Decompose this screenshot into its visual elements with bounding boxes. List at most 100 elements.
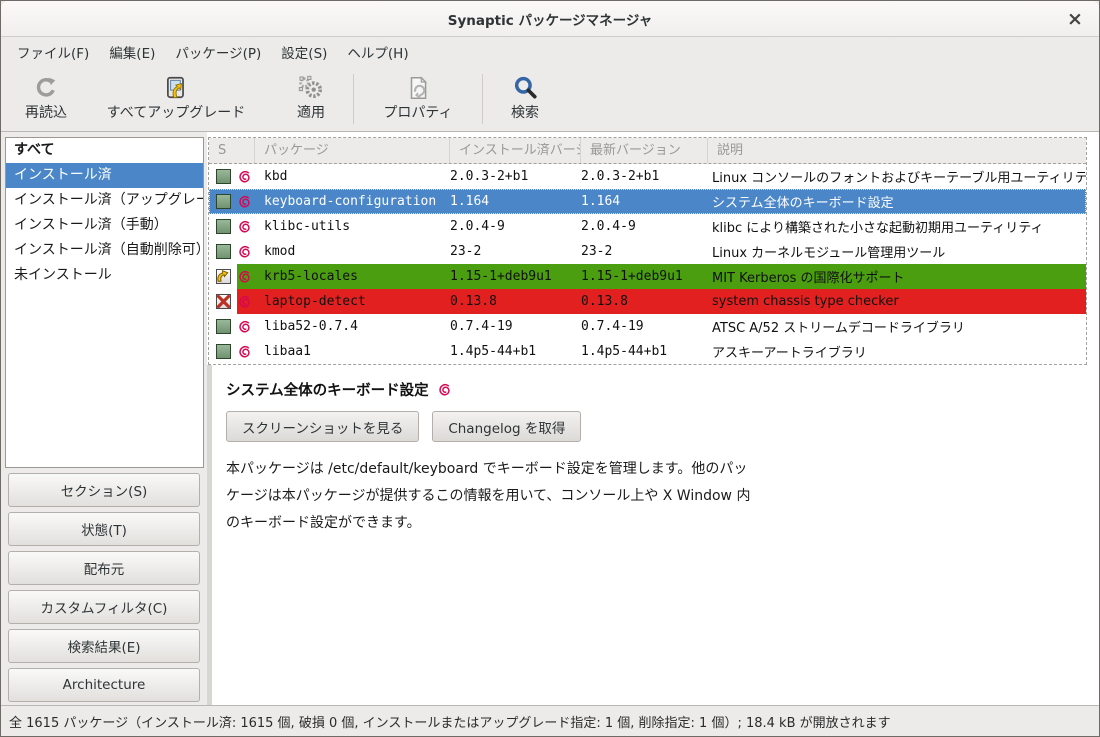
reload-button[interactable]: 再読込 [13,69,79,129]
package-name: laptop-detect [255,289,450,314]
package-name: krb5-locales [255,264,450,289]
table-row[interactable]: klibc-utils 2.0.4-9 2.0.4-9 klibc により構築さ… [209,214,1086,239]
package-description: ATSC A/52 ストリームデコードライブラリ [708,314,1086,339]
search-icon [512,75,538,101]
sidebar-buttons: セクション(S) 状態(T) 配布元 カスタムフィルタ(C) 検索結果(E) A… [1,473,207,702]
debian-swirl-icon [237,314,255,339]
table-row-selected[interactable]: keyboard-configuration 1.164 1.164 システム全… [209,189,1086,214]
upgrade-all-icon [163,75,189,101]
installed-version: 0.13.8 [450,289,581,314]
package-description: MIT Kerberos の国際化サポート [708,264,1086,289]
header-description[interactable]: 説明 [708,138,1086,163]
installed-version: 1.4p5-44+b1 [450,339,581,364]
sidebar: すべて インストール済 インストール済（アップグレード可） インストール済（手動… [1,132,207,705]
sections-button[interactable]: セクション(S) [8,473,200,507]
installed-version: 2.0.3-2+b1 [450,164,581,189]
status-installed-icon [209,339,237,364]
table-row[interactable]: kbd 2.0.3-2+b1 2.0.3-2+b1 Linux コンソールのフォ… [209,164,1086,189]
status-installed-icon [209,214,237,239]
package-description: klibc により構築された小さな起動初期用ユーティリティ [708,214,1086,239]
debian-swirl-icon [237,214,255,239]
architecture-button[interactable]: Architecture [8,668,200,702]
debian-swirl-icon [237,289,255,314]
filter-all[interactable]: すべて [6,138,203,163]
get-changelog-button[interactable]: Changelog を取得 [432,411,581,442]
installed-version: 1.15-1+deb9u1 [450,264,581,289]
table-row[interactable]: liba52-0.7.4 0.7.4-19 0.7.4-19 ATSC A/52… [209,314,1086,339]
debian-swirl-icon [237,339,255,364]
latest-version: 1.4p5-44+b1 [581,339,708,364]
latest-version: 0.13.8 [581,289,708,314]
menu-settings[interactable]: 設定(S) [271,38,337,66]
latest-version: 1.15-1+deb9u1 [581,264,708,289]
table-row[interactable]: kmod 23-2 23-2 Linux カーネルモジュール管理用ツール [209,239,1086,264]
status-installed-icon [209,314,237,339]
installed-version: 1.164 [450,189,581,214]
status-installed-icon [209,239,237,264]
package-description: アスキーアートライブラリ [708,339,1086,364]
status-summary: 全 1615 パッケージ（インストール済: 1615 個, 破損 0 個, イン… [9,712,891,731]
origin-button[interactable]: 配布元 [8,551,200,585]
package-name: keyboard-configuration [255,189,450,214]
menu-edit[interactable]: 編集(E) [99,38,165,66]
package-name: libaa1 [255,339,450,364]
debian-swirl-icon [237,239,255,264]
table-row-marked-upgrade[interactable]: krb5-locales 1.15-1+deb9u1 1.15-1+deb9u1… [209,264,1086,289]
debian-swirl-icon [437,383,451,397]
properties-icon [405,75,431,101]
filter-installed-autoremovable[interactable]: インストール済（自動削除可） [6,238,203,263]
close-icon[interactable]: × [1063,7,1087,31]
latest-version: 1.164 [581,189,708,214]
package-description: システム全体のキーボード設定 [708,189,1086,214]
table-header: S パッケージ インストール済バージョン 最新バージョン 説明 [209,138,1086,164]
package-name: kbd [255,164,450,189]
status-button[interactable]: 状態(T) [8,512,200,546]
upgrade-all-button[interactable]: すべてアップグレード [79,69,273,129]
header-latest-version[interactable]: 最新バージョン [581,138,708,163]
filter-installed-manual[interactable]: インストール済（手動） [6,213,203,238]
package-name: liba52-0.7.4 [255,314,450,339]
menu-bar: ファイル(F) 編集(E) パッケージ(P) 設定(S) ヘルプ(H) [1,37,1099,66]
toolbar-separator [482,74,483,124]
search-button[interactable]: 検索 [487,69,563,129]
details-pane: システム全体のキーボード設定 スクリーンショットを見る Changelog を取… [207,365,1099,705]
synaptic-window: Synaptic パッケージマネージャ × ファイル(F) 編集(E) パッケー… [0,0,1100,737]
installed-version: 23-2 [450,239,581,264]
header-installed-version[interactable]: インストール済バージョン [450,138,581,163]
menu-help[interactable]: ヘルプ(H) [337,38,418,66]
header-status[interactable]: S [209,138,255,163]
details-description: 本パッケージは /etc/default/keyboard でキーボード設定を管… [226,456,1099,537]
debian-swirl-icon [237,189,255,214]
table-row-marked-removal[interactable]: laptop-detect 0.13.8 0.13.8 system chass… [209,289,1086,314]
apply-button[interactable]: 適用 [273,69,349,129]
latest-version: 2.0.3-2+b1 [581,164,708,189]
title-bar[interactable]: Synaptic パッケージマネージャ × [1,1,1099,37]
view-screenshot-button[interactable]: スクリーンショットを見る [226,411,419,442]
apply-icon [298,75,324,101]
header-package[interactable]: パッケージ [255,138,450,163]
menu-package[interactable]: パッケージ(P) [165,38,271,66]
table-row[interactable]: libaa1 1.4p5-44+b1 1.4p5-44+b1 アスキーアートライ… [209,339,1086,364]
custom-filters-button[interactable]: カスタムフィルタ(C) [8,590,200,624]
menu-file[interactable]: ファイル(F) [7,38,99,66]
package-description: Linux カーネルモジュール管理用ツール [708,239,1086,264]
status-installed-icon [209,189,237,214]
debian-swirl-icon [237,264,255,289]
status-bar: 全 1615 パッケージ（インストール済: 1615 個, 破損 0 個, イン… [1,705,1099,736]
package-name: kmod [255,239,450,264]
properties-button[interactable]: プロパティ [358,69,478,129]
installed-version: 2.0.4-9 [450,214,581,239]
debian-swirl-icon [237,164,255,189]
window-title: Synaptic パッケージマネージャ [448,9,652,29]
filter-not-installed[interactable]: 未インストール [6,263,203,288]
toolbar: 再読込 すべてアップグレード 適用 プロパティ 検索 [1,66,1099,132]
latest-version: 2.0.4-9 [581,214,708,239]
installed-version: 0.7.4-19 [450,314,581,339]
filter-installed[interactable]: インストール済 [6,163,203,188]
status-remove-icon [209,289,237,314]
latest-version: 23-2 [581,239,708,264]
filter-installed-upgradable[interactable]: インストール済（アップグレード可） [6,188,203,213]
status-installed-icon [209,164,237,189]
reload-icon [33,75,59,101]
search-results-button[interactable]: 検索結果(E) [8,629,200,663]
